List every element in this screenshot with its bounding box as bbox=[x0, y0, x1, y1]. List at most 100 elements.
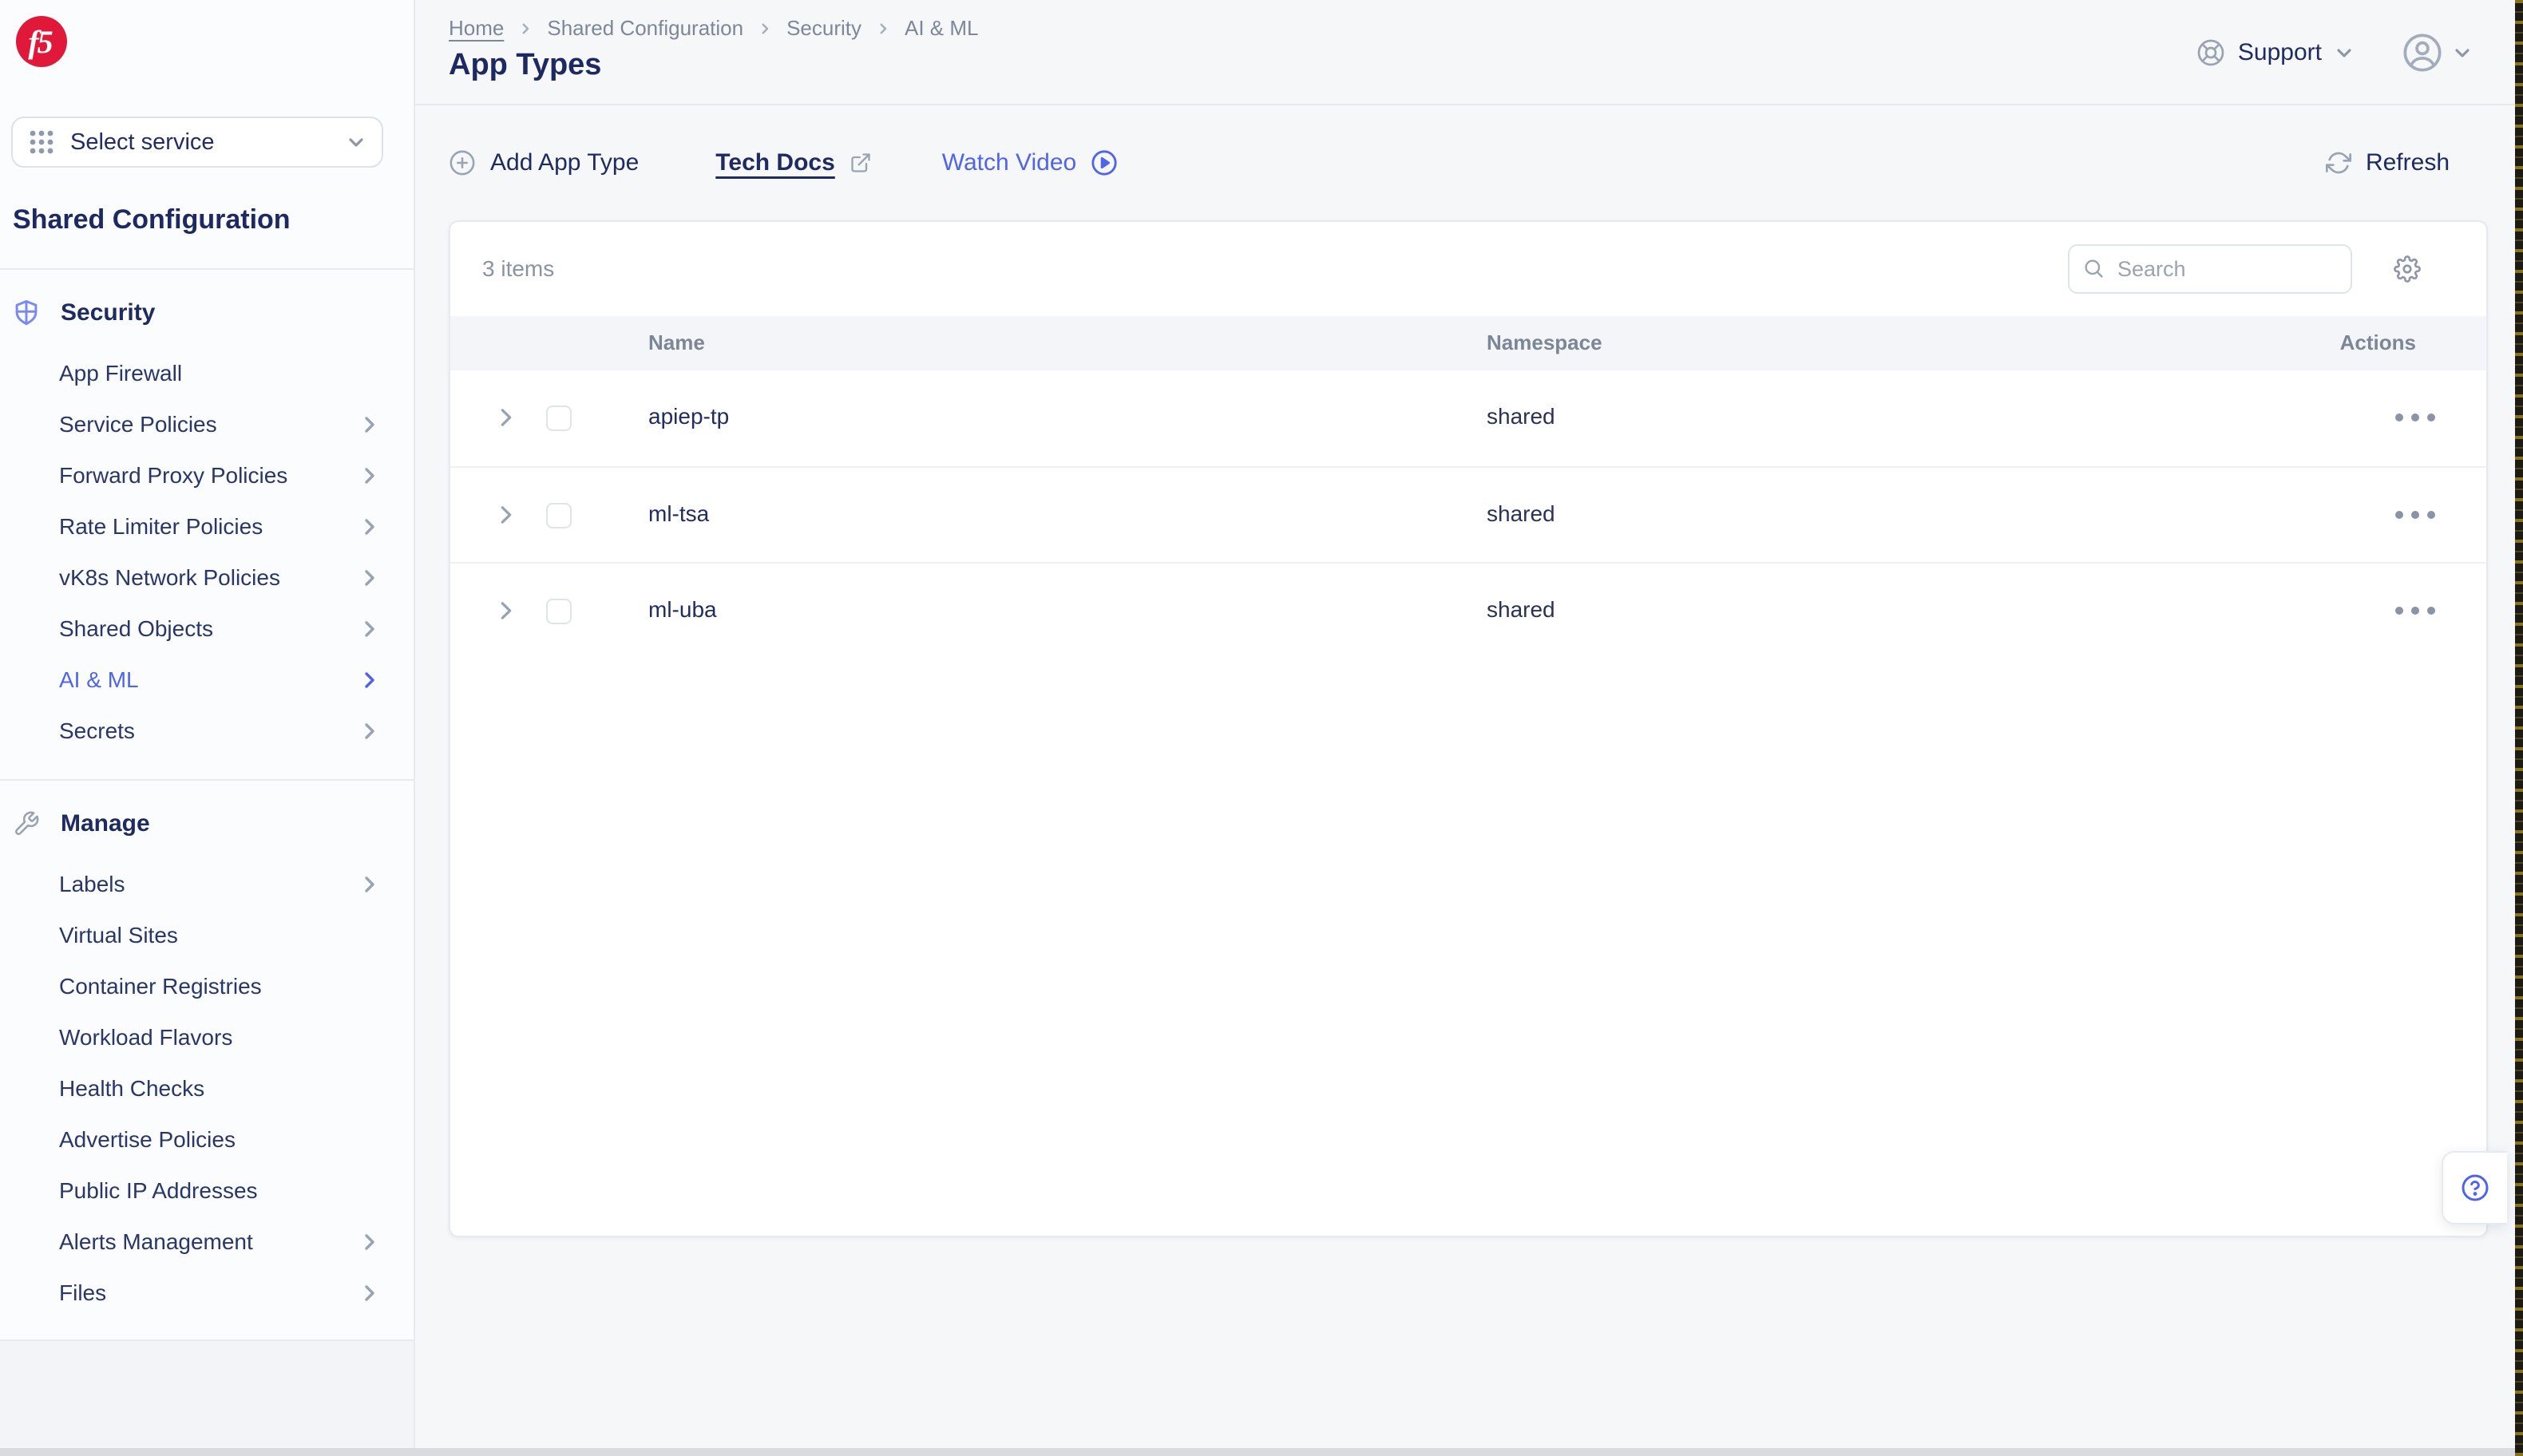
search-input[interactable] bbox=[2068, 244, 2352, 294]
chevron-right-icon bbox=[359, 619, 378, 639]
grid-icon bbox=[29, 129, 54, 155]
row-namespace: shared bbox=[1487, 404, 1555, 429]
sidebar-item-label: Service Policies bbox=[59, 412, 359, 437]
gear-icon bbox=[2394, 255, 2421, 283]
help-button[interactable] bbox=[2442, 1151, 2507, 1225]
row-expand-chevron-icon[interactable] bbox=[495, 600, 516, 621]
sidebar-item-container-registries[interactable]: Container Registries bbox=[0, 961, 414, 1012]
sidebar-item-label: AI & ML bbox=[59, 667, 359, 693]
sidebar-item-app-firewall[interactable]: App Firewall bbox=[0, 348, 414, 399]
row-actions-menu[interactable] bbox=[2395, 607, 2435, 615]
support-menu[interactable]: Support bbox=[2196, 38, 2354, 67]
select-service-label: Select service bbox=[70, 129, 347, 156]
sidebar-item-label: Shared Objects bbox=[59, 616, 359, 642]
chevron-right-icon bbox=[518, 22, 533, 36]
table-row: ml-ubashared bbox=[450, 562, 2486, 658]
sidebar-item-label: Rate Limiter Policies bbox=[59, 514, 359, 540]
items-count: 3 items bbox=[482, 256, 554, 282]
sidebar-footer bbox=[0, 1339, 414, 1448]
sidebar-item-workload-flavors[interactable]: Workload Flavors bbox=[0, 1012, 414, 1063]
chevron-down-icon bbox=[2453, 43, 2472, 62]
row-checkbox[interactable] bbox=[546, 503, 572, 528]
row-name[interactable]: apiep-tp bbox=[648, 404, 729, 429]
table-search bbox=[2068, 244, 2352, 294]
table-settings-button[interactable] bbox=[2394, 255, 2421, 283]
app-window: f5 Select service Shared Configuration S… bbox=[0, 0, 2523, 1456]
add-app-type-label: Add App Type bbox=[490, 149, 639, 176]
sidebar-item-label: Secrets bbox=[59, 718, 359, 744]
chevron-right-icon bbox=[359, 517, 378, 536]
sidebar-item-ai-ml[interactable]: AI & ML bbox=[0, 655, 414, 706]
chevron-right-icon bbox=[359, 875, 378, 894]
sidebar-item-rate-limiter-policies[interactable]: Rate Limiter Policies bbox=[0, 501, 414, 552]
chevron-right-icon bbox=[359, 466, 378, 485]
breadcrumb-home[interactable]: Home bbox=[449, 16, 504, 41]
row-actions-menu[interactable] bbox=[2395, 413, 2435, 421]
window-bottom-strip bbox=[0, 1448, 2515, 1456]
row-name[interactable]: ml-uba bbox=[648, 597, 717, 623]
breadcrumb-security[interactable]: Security bbox=[786, 16, 861, 41]
sidebar-item-label: Workload Flavors bbox=[59, 1025, 378, 1050]
app-types-table-card: 3 items Name Namespace Actions apiep-tp s… bbox=[449, 220, 2488, 1237]
f5-logo[interactable]: f5 bbox=[16, 16, 67, 67]
window-edge-strip bbox=[2515, 0, 2523, 1456]
sidebar-item-label: Labels bbox=[59, 872, 359, 897]
sidebar-item-files[interactable]: Files bbox=[0, 1268, 414, 1319]
sidebar-item-label: App Firewall bbox=[59, 361, 378, 386]
refresh-icon bbox=[2326, 150, 2351, 176]
sidebar-item-labels[interactable]: Labels bbox=[0, 859, 414, 910]
breadcrumb-ai-ml[interactable]: AI & ML bbox=[905, 16, 978, 41]
breadcrumb: Home Shared Configuration Security AI & … bbox=[449, 16, 978, 41]
sidebar-item-label: Alerts Management bbox=[59, 1229, 359, 1255]
sidebar-item-label: Advertise Policies bbox=[59, 1127, 378, 1153]
refresh-label: Refresh bbox=[2366, 149, 2450, 176]
watch-video-link[interactable]: Watch Video bbox=[942, 149, 1118, 176]
sidebar-item-service-policies[interactable]: Service Policies bbox=[0, 399, 414, 450]
sidebar-item-public-ip-addresses[interactable]: Public IP Addresses bbox=[0, 1165, 414, 1217]
sidebar-item-secrets[interactable]: Secrets bbox=[0, 706, 414, 757]
sidebar-item-virtual-sites[interactable]: Virtual Sites bbox=[0, 910, 414, 961]
chevron-right-icon bbox=[359, 568, 378, 588]
sidebar-item-health-checks[interactable]: Health Checks bbox=[0, 1063, 414, 1114]
watch-video-label: Watch Video bbox=[942, 149, 1076, 176]
breadcrumb-shared-configuration[interactable]: Shared Configuration bbox=[547, 16, 743, 41]
external-link-icon bbox=[850, 152, 872, 174]
row-name[interactable]: ml-tsa bbox=[648, 501, 709, 527]
row-checkbox[interactable] bbox=[546, 406, 572, 431]
row-namespace: shared bbox=[1487, 501, 1555, 527]
sidebar-item-alerts-management[interactable]: Alerts Management bbox=[0, 1217, 414, 1268]
sidebar-item-label: Container Registries bbox=[59, 974, 378, 999]
row-expand-chevron-icon[interactable] bbox=[495, 504, 516, 525]
shield-icon bbox=[13, 299, 40, 326]
table-row: ml-tsa shared bbox=[450, 466, 2486, 562]
row-checkbox[interactable] bbox=[546, 599, 572, 624]
chevron-right-icon bbox=[359, 1232, 378, 1252]
table-row: apiep-tp shared bbox=[450, 370, 2486, 466]
refresh-button[interactable]: Refresh bbox=[2326, 149, 2450, 176]
table-toolbar: 3 items bbox=[450, 222, 2486, 316]
row-expand-chevron-icon[interactable] bbox=[495, 407, 516, 428]
sidebar-item-vk8s-network-policies[interactable]: vK8s Network Policies bbox=[0, 552, 414, 603]
table-header: Name Namespace Actions bbox=[450, 316, 2486, 370]
header-right: Support bbox=[2196, 0, 2472, 105]
row-actions-menu[interactable] bbox=[2395, 511, 2435, 519]
sidebar-item-advertise-policies[interactable]: Advertise Policies bbox=[0, 1114, 414, 1165]
support-label: Support bbox=[2238, 39, 2322, 66]
chevron-right-icon bbox=[359, 1284, 378, 1303]
account-menu[interactable] bbox=[2402, 32, 2472, 73]
column-header-actions: Actions bbox=[2340, 330, 2416, 355]
sidebar-item-forward-proxy-policies[interactable]: Forward Proxy Policies bbox=[0, 450, 414, 501]
main-area: Home Shared Configuration Security AI & … bbox=[415, 0, 2515, 1448]
play-circle-icon bbox=[1091, 149, 1118, 176]
sidebar-group-manage: Manage bbox=[0, 798, 414, 849]
sidebar-item-shared-objects[interactable]: Shared Objects bbox=[0, 603, 414, 655]
search-icon bbox=[2082, 257, 2105, 279]
select-service-dropdown[interactable]: Select service bbox=[11, 117, 383, 168]
tech-docs-link[interactable]: Tech Docs bbox=[715, 149, 872, 176]
page-actions-bar: Add App Type Tech Docs Watch Video Refre… bbox=[415, 105, 2515, 220]
add-app-type-button[interactable]: Add App Type bbox=[449, 149, 639, 176]
avatar bbox=[2402, 32, 2443, 73]
question-circle-icon bbox=[2461, 1173, 2489, 1202]
sidebar-item-label: Virtual Sites bbox=[59, 923, 378, 948]
sidebar-item-label: Public IP Addresses bbox=[59, 1178, 378, 1204]
